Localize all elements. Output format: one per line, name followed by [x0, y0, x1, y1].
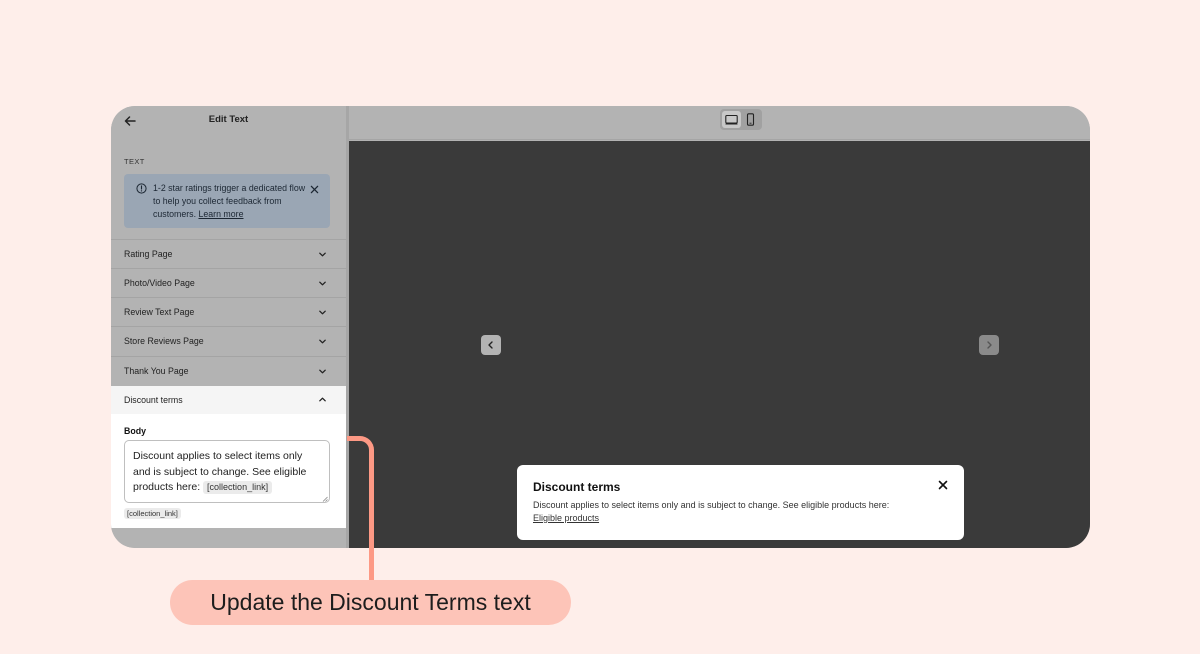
- modal-body-text: Discount applies to select items only an…: [533, 500, 890, 510]
- accordion-photo-video-page[interactable]: Photo/Video Page: [111, 268, 346, 297]
- accordion-label: Photo/Video Page: [124, 278, 195, 288]
- sidebar-title: Edit Text: [208, 114, 249, 125]
- edit-text-sidebar: Edit Text TEXT 1-2 star ratings trigger …: [111, 106, 348, 548]
- accordion-label: Thank You Page: [124, 366, 189, 376]
- mobile-icon: [746, 113, 755, 126]
- section-label: TEXT: [124, 157, 145, 166]
- accordion-label: Discount terms: [124, 395, 183, 405]
- callout-connector: [347, 436, 374, 580]
- chevron-down-icon: [319, 252, 326, 257]
- close-icon[interactable]: [310, 185, 319, 194]
- body-textarea[interactable]: Discount applies to select items only an…: [124, 440, 330, 503]
- resize-handle-icon[interactable]: [322, 496, 328, 502]
- chevron-down-icon: [319, 281, 326, 286]
- chevron-down-icon: [319, 339, 326, 344]
- body-field-label: Body: [124, 426, 146, 436]
- mobile-view-button[interactable]: [741, 111, 760, 128]
- accordion-header-discount-terms[interactable]: Discount terms: [111, 386, 346, 414]
- variable-chip-collection-link[interactable]: [collection_link]: [124, 508, 181, 519]
- previous-slide-button[interactable]: [481, 335, 501, 355]
- banner-text: 1-2 star ratings trigger a dedicated flo…: [153, 182, 308, 221]
- chevron-up-icon: [319, 397, 326, 402]
- sidebar-header: Edit Text: [111, 106, 346, 140]
- accordion-discount-terms: Discount terms Body Discount applies to …: [111, 386, 346, 528]
- modal-body: Discount applies to select items only an…: [533, 499, 953, 525]
- info-icon: [136, 183, 147, 194]
- accordion-label: Rating Page: [124, 249, 173, 259]
- preview-toolbar: [349, 106, 1090, 140]
- chevron-right-icon: [987, 341, 992, 349]
- accordion-store-reviews-page[interactable]: Store Reviews Page: [111, 326, 346, 355]
- next-slide-button[interactable]: [979, 335, 999, 355]
- accordion-rating-page[interactable]: Rating Page: [111, 239, 346, 268]
- device-toggle: [720, 109, 762, 130]
- chevron-down-icon: [319, 310, 326, 315]
- close-icon[interactable]: [938, 480, 948, 490]
- eligible-products-link[interactable]: Eligible products: [533, 513, 599, 523]
- discount-terms-modal: Discount terms Discount applies to selec…: [517, 465, 964, 540]
- accordion-thank-you-page[interactable]: Thank You Page: [111, 356, 346, 385]
- chevron-left-icon: [488, 341, 493, 349]
- accordion-label: Store Reviews Page: [124, 336, 204, 346]
- modal-title: Discount terms: [533, 480, 621, 494]
- editor-window: Edit Text TEXT 1-2 star ratings trigger …: [111, 106, 1090, 548]
- accordion-label: Review Text Page: [124, 307, 195, 317]
- desktop-icon: [725, 114, 738, 125]
- chevron-down-icon: [319, 369, 326, 374]
- accordion-review-text-page[interactable]: Review Text Page: [111, 297, 346, 326]
- collection-link-token: [collection_link]: [203, 481, 273, 494]
- desktop-view-button[interactable]: [722, 111, 741, 128]
- info-banner: 1-2 star ratings trigger a dedicated flo…: [124, 174, 330, 228]
- callout-label: Update the Discount Terms text: [170, 580, 571, 625]
- learn-more-link[interactable]: Learn more: [198, 209, 243, 219]
- preview-canvas: Discount terms Discount applies to selec…: [349, 141, 1090, 548]
